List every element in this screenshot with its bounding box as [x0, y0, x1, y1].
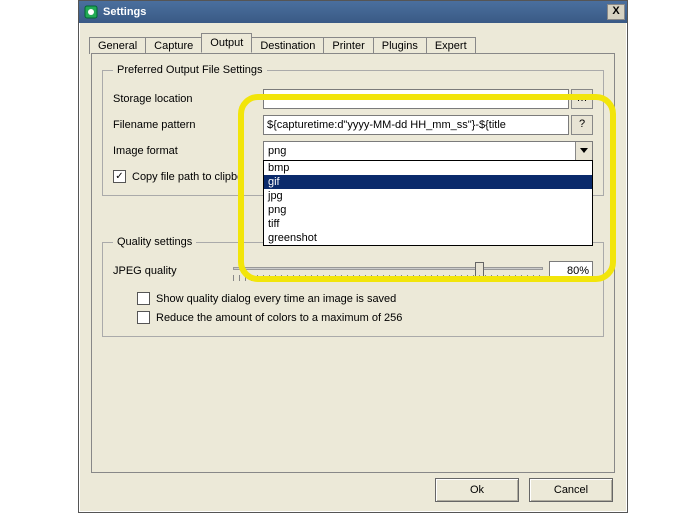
- tab-output[interactable]: Output: [201, 33, 252, 53]
- show-quality-dialog-checkbox[interactable]: [137, 292, 150, 305]
- storage-location-label: Storage location: [113, 93, 263, 105]
- group-output-legend: Preferred Output File Settings: [113, 64, 267, 76]
- dialog-button-row: Ok Cancel: [435, 478, 613, 502]
- close-button[interactable]: X: [607, 4, 625, 20]
- format-option-gif[interactable]: gif: [264, 175, 592, 189]
- client-area: General Capture Output Destination Print…: [79, 23, 627, 512]
- tab-destination[interactable]: Destination: [251, 37, 324, 54]
- jpeg-quality-value[interactable]: [549, 261, 593, 281]
- titlebar[interactable]: Settings X: [79, 1, 627, 23]
- tab-panel-output: Preferred Output File Settings Storage l…: [91, 53, 615, 473]
- filename-pattern-input[interactable]: [263, 115, 569, 135]
- format-option-bmp[interactable]: bmp: [264, 161, 592, 175]
- group-output-file-settings: Preferred Output File Settings Storage l…: [102, 64, 604, 196]
- format-option-png[interactable]: png: [264, 203, 592, 217]
- tab-printer[interactable]: Printer: [323, 37, 373, 54]
- jpeg-quality-slider[interactable]: [233, 259, 543, 283]
- ok-button[interactable]: Ok: [435, 478, 519, 502]
- storage-location-input[interactable]: [263, 89, 569, 109]
- group-quality-settings: Quality settings JPEG quality Show: [102, 236, 604, 337]
- cancel-button[interactable]: Cancel: [529, 478, 613, 502]
- format-option-greenshot[interactable]: greenshot: [264, 231, 592, 245]
- tab-strip: General Capture Output Destination Print…: [89, 33, 615, 53]
- image-format-value: png: [264, 145, 575, 157]
- settings-dialog: Settings X General Capture Output Destin…: [78, 0, 628, 513]
- storage-browse-button[interactable]: …: [571, 89, 593, 109]
- filename-pattern-label: Filename pattern: [113, 119, 263, 131]
- reduce-colors-checkbox[interactable]: [137, 311, 150, 324]
- image-format-combo[interactable]: png: [263, 141, 593, 161]
- chevron-down-icon[interactable]: [575, 142, 592, 160]
- copy-path-checkbox[interactable]: ✓: [113, 170, 126, 183]
- show-quality-dialog-label: Show quality dialog every time an image …: [156, 293, 396, 305]
- image-format-label: Image format: [113, 145, 263, 157]
- tab-capture[interactable]: Capture: [145, 37, 202, 54]
- tab-expert[interactable]: Expert: [426, 37, 476, 54]
- copy-path-label: Copy file path to clipbo: [132, 171, 243, 183]
- format-option-jpg[interactable]: jpg: [264, 189, 592, 203]
- image-format-listbox[interactable]: bmp gif jpg png tiff greenshot: [263, 160, 593, 246]
- jpeg-quality-label: JPEG quality: [113, 265, 233, 277]
- app-icon: [83, 4, 99, 20]
- tab-plugins[interactable]: Plugins: [373, 37, 427, 54]
- reduce-colors-label: Reduce the amount of colors to a maximum…: [156, 312, 402, 324]
- window-title: Settings: [103, 6, 607, 18]
- format-option-tiff[interactable]: tiff: [264, 217, 592, 231]
- tab-general[interactable]: General: [89, 37, 146, 54]
- group-quality-legend: Quality settings: [113, 236, 196, 248]
- filename-help-button[interactable]: ?: [571, 115, 593, 135]
